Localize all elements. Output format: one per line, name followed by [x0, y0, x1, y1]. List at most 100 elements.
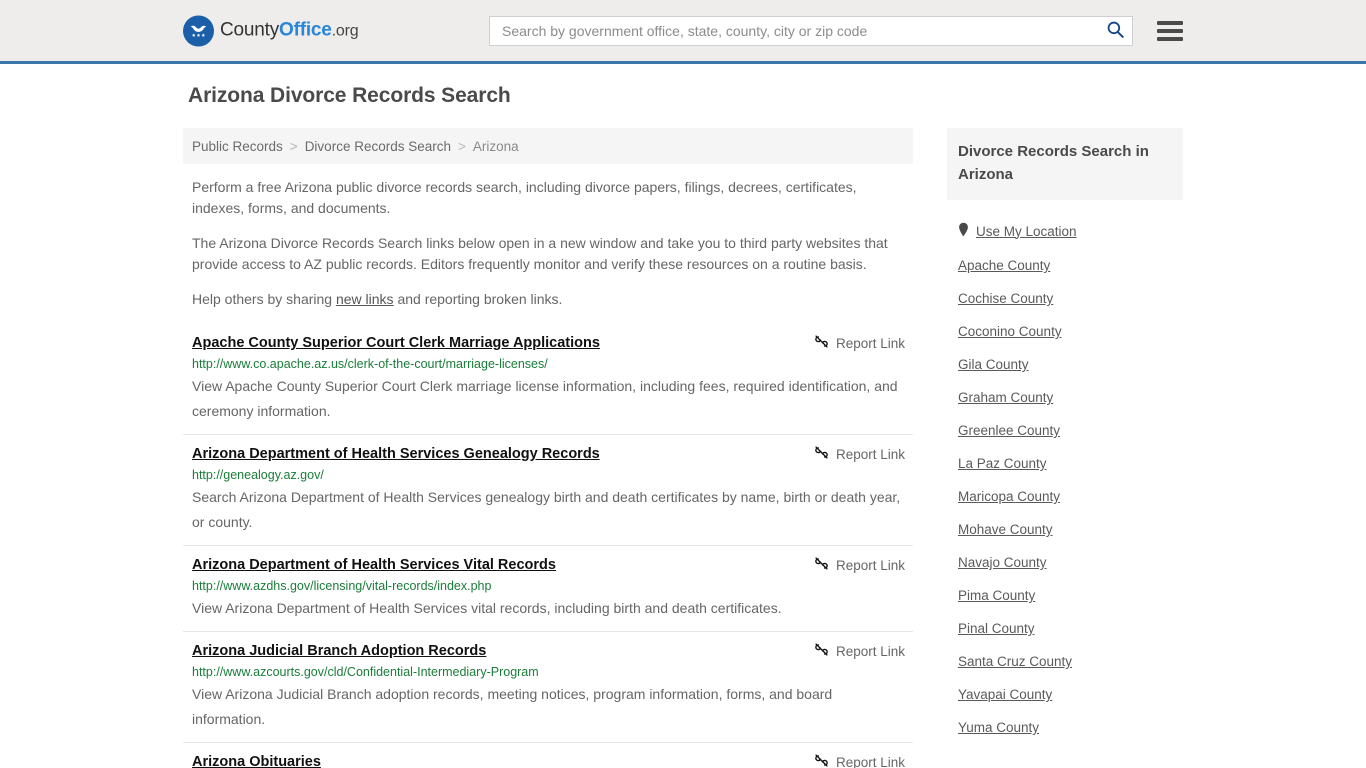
- county-link[interactable]: Apache County: [958, 258, 1050, 273]
- new-links-link[interactable]: new links: [336, 291, 394, 307]
- report-link-button[interactable]: Report Link: [814, 555, 905, 574]
- page-title: Arizona Divorce Records Search: [188, 84, 511, 107]
- report-link-label: Report Link: [835, 643, 905, 659]
- hamburger-bar: [1157, 36, 1183, 41]
- report-link-label: Report Link: [835, 446, 905, 462]
- search-button[interactable]: [1104, 20, 1126, 42]
- hamburger-bar: [1157, 28, 1183, 33]
- search-box[interactable]: [489, 15, 1133, 46]
- report-link-label: Report Link: [835, 335, 905, 351]
- intro-p3-before: Help others by sharing: [192, 291, 336, 307]
- broken-link-icon: [814, 753, 829, 768]
- site-logo[interactable]: CountyOffice.org: [183, 15, 359, 46]
- logo-word-org: .org: [331, 22, 359, 40]
- county-link[interactable]: Gila County: [958, 357, 1029, 372]
- search-icon: [1106, 20, 1125, 42]
- sidebar-item-pima-county[interactable]: Pima County: [947, 579, 1183, 612]
- report-link-label: Report Link: [835, 754, 905, 768]
- logo-word-county: County: [220, 19, 280, 41]
- intro-p3-after: and reporting broken links.: [393, 291, 563, 307]
- county-link[interactable]: Coconino County: [958, 324, 1062, 339]
- header-inner: CountyOffice.org: [183, 0, 1183, 61]
- intro-paragraph-3: Help others by sharing new links and rep…: [192, 289, 892, 310]
- result-url[interactable]: http://genealogy.az.gov/: [192, 467, 913, 484]
- breadcrumb: Public Records > Divorce Records Search …: [183, 128, 913, 164]
- county-link[interactable]: Pima County: [958, 588, 1035, 603]
- breadcrumb-item-divorce-records-search[interactable]: Divorce Records Search: [305, 139, 451, 154]
- search-area: [489, 15, 1183, 46]
- sidebar-item-pinal-county[interactable]: Pinal County: [947, 612, 1183, 645]
- county-link[interactable]: La Paz County: [958, 456, 1047, 471]
- county-link[interactable]: Yuma County: [958, 720, 1039, 735]
- report-link-label: Report Link: [835, 557, 905, 573]
- result-header: Arizona Department of Health Services Ge…: [192, 444, 913, 464]
- site-header: CountyOffice.org: [0, 0, 1366, 64]
- county-link[interactable]: Cochise County: [958, 291, 1053, 306]
- page-container: Arizona Divorce Records Search Public Re…: [183, 64, 1183, 768]
- county-link[interactable]: Greenlee County: [958, 423, 1060, 438]
- breadcrumb-item-arizona: Arizona: [472, 138, 519, 154]
- result-title-link[interactable]: Arizona Department of Health Services Ge…: [192, 444, 600, 464]
- result-header: Apache County Superior Court Clerk Marri…: [192, 333, 913, 353]
- results-list: Apache County Superior Court Clerk Marri…: [183, 324, 913, 768]
- sidebar-item-maricopa-county[interactable]: Maricopa County: [947, 480, 1183, 513]
- breadcrumb-separator: >: [458, 138, 466, 154]
- result-url[interactable]: http://www.azcourts.gov/cld/Confidential…: [192, 664, 913, 681]
- result-description: Search Arizona Department of Health Serv…: [192, 489, 901, 530]
- result-title-link[interactable]: Arizona Obituaries: [192, 752, 321, 768]
- search-input[interactable]: [490, 16, 1132, 45]
- sidebar-item-mohave-county[interactable]: Mohave County: [947, 513, 1183, 546]
- result-item: Arizona Obituaries Report Link: [183, 742, 913, 768]
- sidebar-heading: Divorce Records Search in Arizona: [947, 128, 1183, 200]
- county-link[interactable]: Pinal County: [958, 621, 1035, 636]
- county-link[interactable]: Navajo County: [958, 555, 1047, 570]
- result-header: Arizona Judicial Branch Adoption Records…: [192, 641, 913, 661]
- report-link-button[interactable]: Report Link: [814, 752, 905, 768]
- sidebar-item-use-my-location[interactable]: Use My Location: [947, 213, 1183, 249]
- result-title-link[interactable]: Arizona Judicial Branch Adoption Records: [192, 641, 486, 661]
- result-item: Apache County Superior Court Clerk Marri…: [183, 324, 913, 434]
- result-url[interactable]: http://www.azdhs.gov/licensing/vital-rec…: [192, 578, 913, 595]
- result-title-link[interactable]: Apache County Superior Court Clerk Marri…: [192, 333, 600, 353]
- breadcrumb-item-public-records[interactable]: Public Records: [192, 139, 283, 154]
- hamburger-menu-icon[interactable]: [1157, 20, 1183, 41]
- county-link[interactable]: Maricopa County: [958, 489, 1060, 504]
- result-header: Arizona Department of Health Services Vi…: [192, 555, 913, 575]
- sidebar-item-gila-county[interactable]: Gila County: [947, 348, 1183, 381]
- result-title-link[interactable]: Arizona Department of Health Services Vi…: [192, 555, 556, 575]
- breadcrumb-separator: >: [289, 138, 298, 154]
- sidebar-item-cochise-county[interactable]: Cochise County: [947, 282, 1183, 315]
- content-columns: Public Records > Divorce Records Search …: [183, 128, 1183, 768]
- result-description: View Apache County Superior Court Clerk …: [192, 378, 898, 419]
- report-link-button[interactable]: Report Link: [814, 641, 905, 660]
- sidebar-item-yavapai-county[interactable]: Yavapai County: [947, 678, 1183, 711]
- report-link-button[interactable]: Report Link: [814, 333, 905, 352]
- sidebar-item-coconino-county[interactable]: Coconino County: [947, 315, 1183, 348]
- sidebar-item-santa-cruz-county[interactable]: Santa Cruz County: [947, 645, 1183, 678]
- sidebar-county-list: Use My Location Apache County Cochise Co…: [947, 213, 1183, 744]
- sidebar-item-apache-county[interactable]: Apache County: [947, 249, 1183, 282]
- county-link[interactable]: Graham County: [958, 390, 1053, 405]
- sidebar-item-yuma-county[interactable]: Yuma County: [947, 711, 1183, 744]
- county-link[interactable]: Mohave County: [958, 522, 1053, 537]
- main-column: Public Records > Divorce Records Search …: [183, 128, 913, 768]
- broken-link-icon: [814, 334, 829, 352]
- sidebar-item-graham-county[interactable]: Graham County: [947, 381, 1183, 414]
- county-link[interactable]: Santa Cruz County: [958, 654, 1072, 669]
- result-item: Arizona Judicial Branch Adoption Records…: [183, 631, 913, 742]
- report-link-button[interactable]: Report Link: [814, 444, 905, 463]
- logo-wordmark: CountyOffice.org: [220, 19, 359, 42]
- sidebar-item-navajo-county[interactable]: Navajo County: [947, 546, 1183, 579]
- county-link[interactable]: Yavapai County: [958, 687, 1052, 702]
- intro-paragraph-2: The Arizona Divorce Records Search links…: [192, 235, 888, 272]
- broken-link-icon: [814, 556, 829, 574]
- hamburger-bar: [1157, 20, 1183, 25]
- result-url[interactable]: http://www.co.apache.az.us/clerk-of-the-…: [192, 356, 913, 373]
- intro-text: Perform a free Arizona public divorce re…: [183, 177, 913, 310]
- use-my-location-link[interactable]: Use My Location: [976, 224, 1077, 239]
- sidebar-item-la-paz-county[interactable]: La Paz County: [947, 447, 1183, 480]
- sidebar-item-greenlee-county[interactable]: Greenlee County: [947, 414, 1183, 447]
- eagle-shield-logo-icon: [183, 15, 214, 46]
- result-description: View Arizona Judicial Branch adoption re…: [192, 686, 833, 727]
- map-pin-icon: [958, 222, 969, 240]
